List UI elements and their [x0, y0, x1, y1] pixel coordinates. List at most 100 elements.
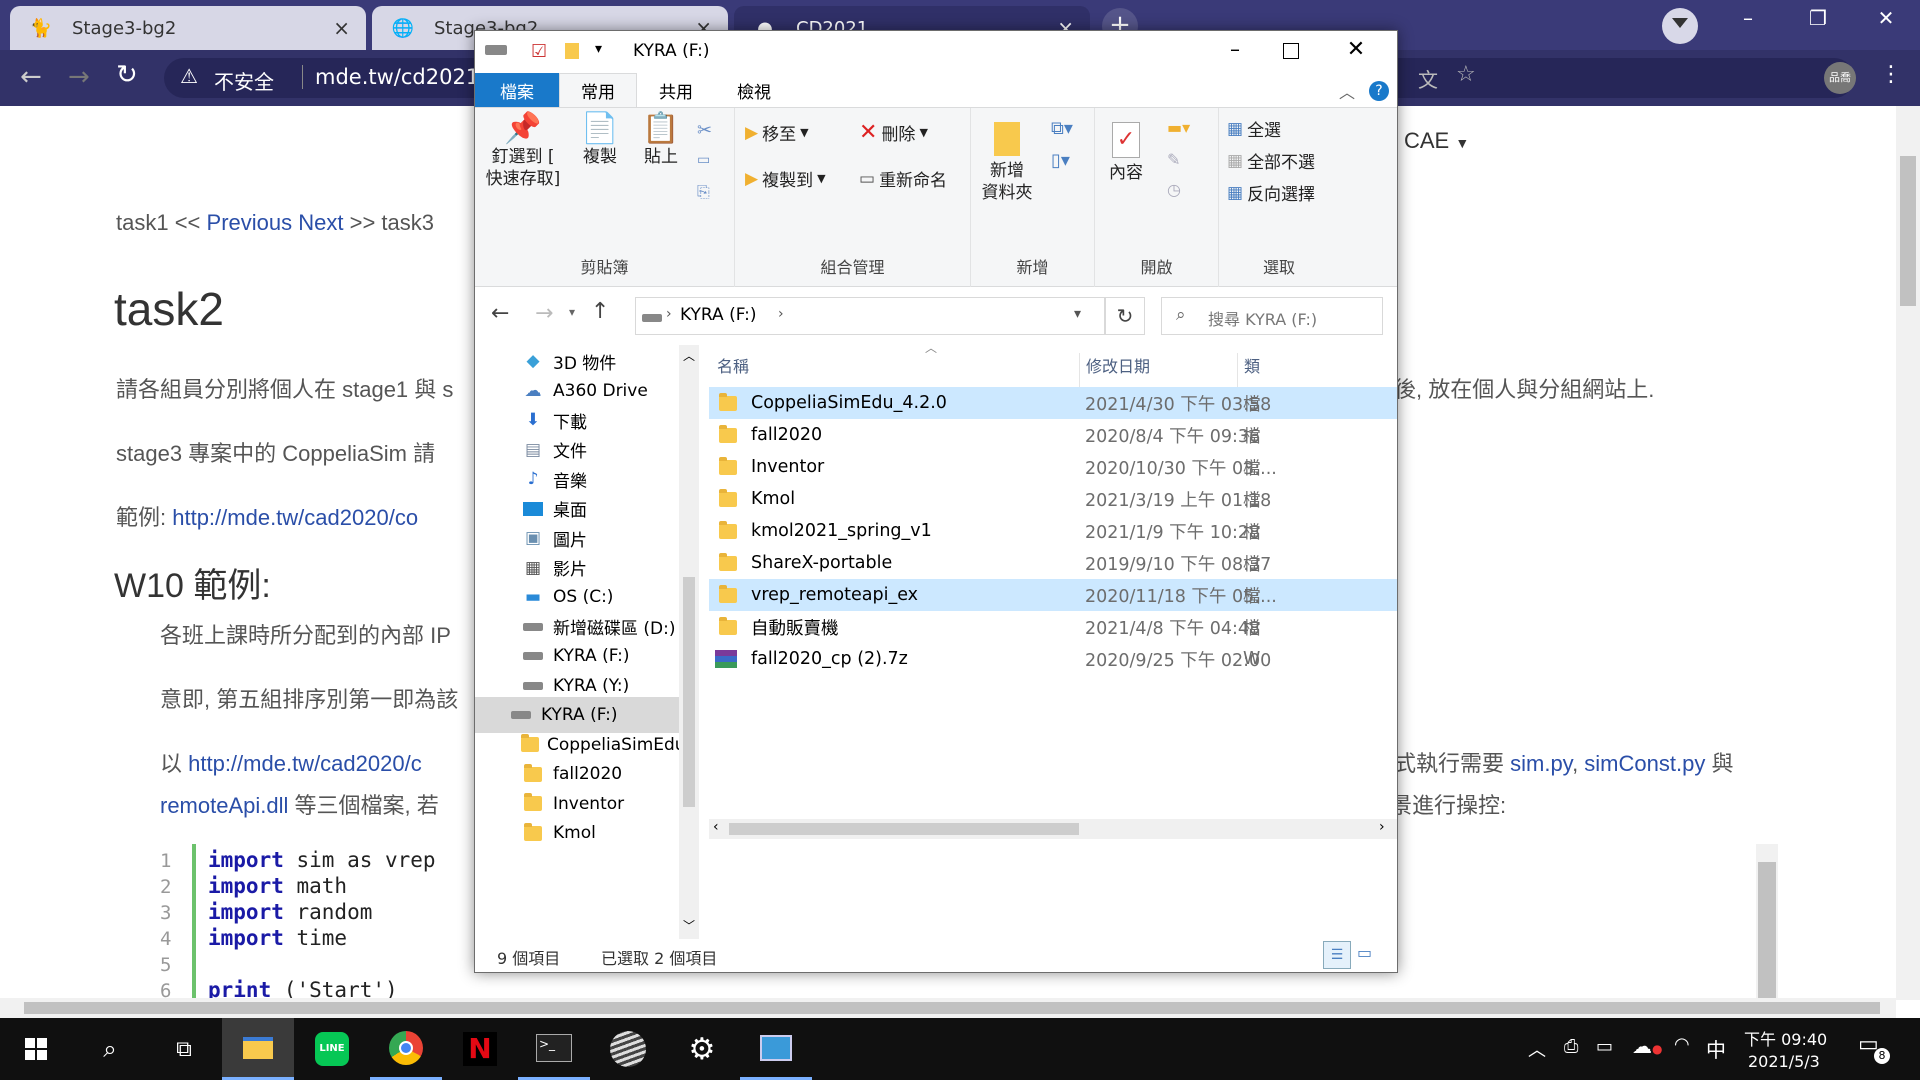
paste-button[interactable]: 📋 貼上 — [635, 114, 687, 168]
window-restore-button[interactable]: ❐ — [1786, 6, 1850, 40]
sphere-app-icon[interactable] — [592, 1018, 664, 1080]
edit-icon[interactable]: ✎ — [1167, 150, 1180, 169]
file-explorer-taskbar-icon[interactable] — [222, 1018, 294, 1080]
explorer-maximize-button[interactable] — [1283, 43, 1299, 59]
clock-date[interactable]: 2021/5/3 — [1748, 1052, 1820, 1071]
recent-locations-icon[interactable]: ▾ — [569, 305, 575, 319]
copy-to-button[interactable]: ▶ 複製到 ▼ — [745, 166, 826, 192]
file-row[interactable]: CoppeliaSimEdu_4.2.0 2021/4/30 下午 03:58 檔 — [709, 387, 1397, 419]
invert-selection-button[interactable]: ▦ 反向選擇 — [1227, 180, 1315, 206]
refresh-button[interactable]: ↻ — [1105, 297, 1145, 335]
ime-indicator[interactable]: 中 — [1706, 1034, 1726, 1063]
next-link[interactable]: Next — [298, 210, 343, 235]
paste-shortcut-icon[interactable]: ⎘ — [697, 182, 710, 202]
file-list-hscrollbar[interactable]: ‹ › — [709, 819, 1397, 839]
code-scrollbar[interactable] — [1756, 844, 1778, 1018]
up-icon[interactable]: ↑ — [591, 299, 609, 324]
file-row[interactable]: ShareX-portable 2019/9/10 下午 08:37 檔 — [709, 547, 1397, 579]
select-all-button[interactable]: ▦ 全選 — [1227, 116, 1281, 142]
control-panel-icon[interactable] — [740, 1018, 812, 1080]
file-row[interactable]: Kmol 2021/3/19 上午 01:18 檔 — [709, 483, 1397, 515]
move-to-button[interactable]: ▶ 移至 ▼ — [745, 120, 809, 146]
details-view-icon[interactable]: ☰ — [1323, 941, 1351, 969]
tab-search-icon[interactable] — [1662, 8, 1698, 44]
settings-gear-icon[interactable]: ⚙ — [666, 1018, 738, 1080]
tab-file[interactable]: 檔案 — [475, 73, 559, 107]
properties-button[interactable]: ✓ 內容 — [1099, 118, 1153, 184]
page-vertical-scrollbar[interactable] — [1896, 106, 1920, 1000]
pin-quick-access-button[interactable]: 📌 釘選到 [ 快速存取] — [483, 114, 563, 190]
start-windows-icon[interactable] — [0, 1018, 72, 1080]
url-text[interactable]: mde.tw/cd2021/c — [302, 65, 498, 89]
search-box[interactable]: ⌕ 搜尋 KYRA (F:) — [1161, 297, 1383, 335]
help-icon[interactable]: ? — [1369, 81, 1389, 101]
file-row[interactable]: fall2020_cp (2).7z 2020/9/25 下午 02:00 W — [709, 643, 1397, 675]
history-icon[interactable]: ◷ — [1167, 180, 1181, 199]
menu-dots-icon[interactable]: ⋮ — [1880, 62, 1902, 87]
reload-icon[interactable]: ↻ — [116, 60, 138, 90]
device-icon[interactable]: ⎙ — [1564, 1036, 1578, 1057]
copy-path-icon[interactable]: ▭ — [697, 152, 710, 168]
explorer-forward-icon[interactable]: → — [535, 301, 553, 326]
open-icon[interactable]: ▬▾ — [1167, 118, 1190, 137]
simconst-py-link[interactable]: simConst.py — [1584, 751, 1705, 776]
tree-item[interactable]: Kmol — [475, 815, 679, 851]
forward-icon[interactable]: → — [68, 62, 90, 92]
explorer-minimize-button[interactable]: – — [1205, 37, 1265, 61]
copy-button[interactable]: 📄 複製 — [575, 114, 625, 168]
translate-icon[interactable]: 文 — [1418, 64, 1438, 93]
tree-scrollbar[interactable]: ︿ ﹀ — [679, 345, 699, 939]
column-header-name[interactable]: 名稱 — [717, 353, 749, 377]
address-box[interactable]: › KYRA (F:) › ▾ — [635, 297, 1105, 335]
remoteapi-dll-link[interactable]: remoteApi.dll — [160, 793, 288, 818]
customize-qat-icon[interactable]: ▾ — [595, 41, 602, 57]
rename-button[interactable]: ▭ 重新命名 — [859, 166, 947, 192]
new-folder-quick-icon[interactable] — [565, 43, 579, 59]
bookmark-star-icon[interactable]: ☆ — [1456, 62, 1476, 87]
properties-quick-icon[interactable]: ☑ — [531, 41, 547, 62]
tab-home[interactable]: 常用 — [559, 73, 637, 107]
back-icon[interactable]: ← — [20, 62, 42, 92]
explorer-close-button[interactable]: ✕ — [1331, 37, 1381, 62]
explorer-back-icon[interactable]: ← — [491, 301, 509, 326]
file-row[interactable]: vrep_remoteapi_ex 2020/11/18 下午 05:... 檔 — [709, 579, 1397, 611]
scroll-left-icon[interactable]: ‹ — [713, 819, 719, 835]
line-app-icon[interactable]: LINE — [296, 1018, 368, 1080]
collapse-ribbon-icon[interactable]: ︿ — [1339, 79, 1355, 103]
tab-close-icon[interactable]: × — [333, 16, 350, 40]
file-row[interactable]: kmol2021_spring_v1 2021/1/9 下午 10:28 檔 — [709, 515, 1397, 547]
chrome-icon[interactable] — [370, 1018, 442, 1080]
column-header-type[interactable]: 類 — [1237, 353, 1260, 387]
new-item-icon[interactable]: ⧉▾ — [1051, 118, 1073, 139]
previous-link[interactable]: Previous — [207, 210, 293, 235]
delete-button[interactable]: ✕ 刪除 ▼ — [859, 120, 928, 145]
clock-time[interactable]: 下午 09:40 — [1744, 1026, 1827, 1050]
wifi-icon[interactable]: ◠ — [1674, 1034, 1690, 1055]
large-icons-view-icon[interactable]: ▭ — [1357, 943, 1372, 962]
battery-icon[interactable]: ▭ — [1596, 1036, 1613, 1057]
sim-py-link[interactable]: sim.py — [1510, 751, 1572, 776]
task-view-icon[interactable]: ⧉ — [148, 1018, 220, 1080]
easy-access-icon[interactable]: ▯▾ — [1051, 150, 1070, 171]
example-link[interactable]: http://mde.tw/cad2020/co — [172, 505, 418, 530]
new-folder-button[interactable]: 新增 資料夾 — [977, 118, 1037, 204]
cut-icon[interactable]: ✂ — [697, 120, 712, 141]
terminal-icon[interactable]: >_ — [518, 1018, 590, 1080]
scroll-up-icon[interactable]: ︿ — [683, 347, 695, 364]
show-hidden-icons[interactable]: ︿ — [1528, 1036, 1546, 1062]
select-none-button[interactable]: ▦ 全部不選 — [1227, 148, 1315, 174]
p6-link[interactable]: http://mde.tw/cad2020/c — [188, 751, 422, 776]
file-row[interactable]: Inventor 2020/10/30 下午 03:... 檔 — [709, 451, 1397, 483]
address-segment[interactable]: KYRA (F:) — [680, 305, 757, 325]
scroll-right-icon[interactable]: › — [1379, 819, 1385, 835]
file-row[interactable]: 自動販賣機 2021/4/8 下午 04:48 檔 — [709, 611, 1397, 643]
file-row[interactable]: fall2020 2020/8/4 下午 09:36 檔 — [709, 419, 1397, 451]
column-header-date[interactable]: 修改日期 — [1079, 353, 1150, 387]
scroll-down-icon[interactable]: ﹀ — [683, 917, 695, 934]
browser-tab-1[interactable]: 🐈 Stage3-bg2 × — [10, 6, 366, 50]
page-horizontal-scrollbar[interactable] — [0, 998, 1896, 1018]
search-icon[interactable]: ⌕ — [74, 1018, 146, 1080]
onedrive-icon[interactable]: ☁● — [1632, 1034, 1662, 1058]
address-dropdown-icon[interactable]: ▾ — [1074, 306, 1081, 322]
tab-view[interactable]: 檢視 — [715, 73, 793, 107]
